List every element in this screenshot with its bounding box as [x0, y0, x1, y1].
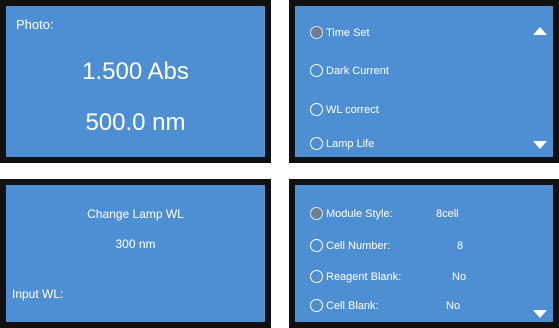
module-style-value: 8cell	[436, 208, 459, 220]
menu-item-label: Cell Blank:	[326, 299, 379, 312]
absorbance-value: 1.500 Abs	[82, 58, 189, 85]
menu-item-reagent-blank[interactable]: Reagent Blank:	[310, 270, 401, 283]
menu-item-time-set[interactable]: Time Set	[310, 26, 370, 39]
radio-icon	[310, 137, 323, 150]
module-menu-panel: Module Style: 8cell Cell Number: 8 Reage…	[289, 179, 559, 328]
menu-item-label: Cell Number:	[326, 239, 391, 252]
menu-item-wl-correct[interactable]: WL correct	[310, 103, 379, 116]
menu-item-label: Reagent Blank:	[326, 270, 402, 283]
radio-icon	[310, 64, 323, 77]
cell-blank-value: No	[446, 300, 461, 312]
measurement-panel: Photo: 1.500 Abs 500.0 nm	[0, 0, 271, 163]
photo-label: Photo:	[16, 17, 54, 32]
scroll-down-icon[interactable]	[533, 141, 547, 149]
radio-icon	[310, 103, 323, 116]
menu-item-cell-number[interactable]: Cell Number:	[310, 239, 390, 252]
radio-icon	[310, 270, 323, 283]
lamp-wl-value: 300 nm	[115, 237, 156, 251]
menu-item-lamp-life[interactable]: Lamp Life	[310, 137, 374, 150]
menu-item-label: Lamp Life	[326, 137, 375, 150]
cell-number-value: 8	[457, 240, 464, 252]
wavelength-value: 500.0 nm	[85, 109, 186, 136]
input-wl-label[interactable]: Input WL:	[12, 287, 63, 301]
radio-icon	[310, 299, 323, 312]
menu-item-label: WL correct	[326, 103, 379, 116]
menu-item-label: Module Style:	[326, 207, 393, 220]
radio-selected-icon	[310, 26, 323, 39]
lamp-title: Change Lamp WL	[87, 207, 184, 221]
settings-menu-panel: Time Set Dark Current WL correct Lamp Li…	[289, 0, 559, 163]
menu-item-module-style[interactable]: Module Style:	[310, 207, 393, 220]
menu-item-cell-blank[interactable]: Cell Blank:	[310, 299, 379, 312]
menu-item-label: Time Set	[326, 26, 370, 39]
menu-item-dark-current[interactable]: Dark Current	[310, 64, 389, 77]
lamp-panel: Change Lamp WL 300 nm Input WL:	[0, 179, 271, 328]
scroll-up-icon[interactable]	[533, 27, 547, 35]
radio-icon	[310, 239, 323, 252]
radio-selected-icon	[310, 207, 323, 220]
scroll-down-icon[interactable]	[533, 310, 547, 318]
menu-item-label: Dark Current	[326, 64, 389, 77]
reagent-blank-value: No	[452, 271, 467, 283]
